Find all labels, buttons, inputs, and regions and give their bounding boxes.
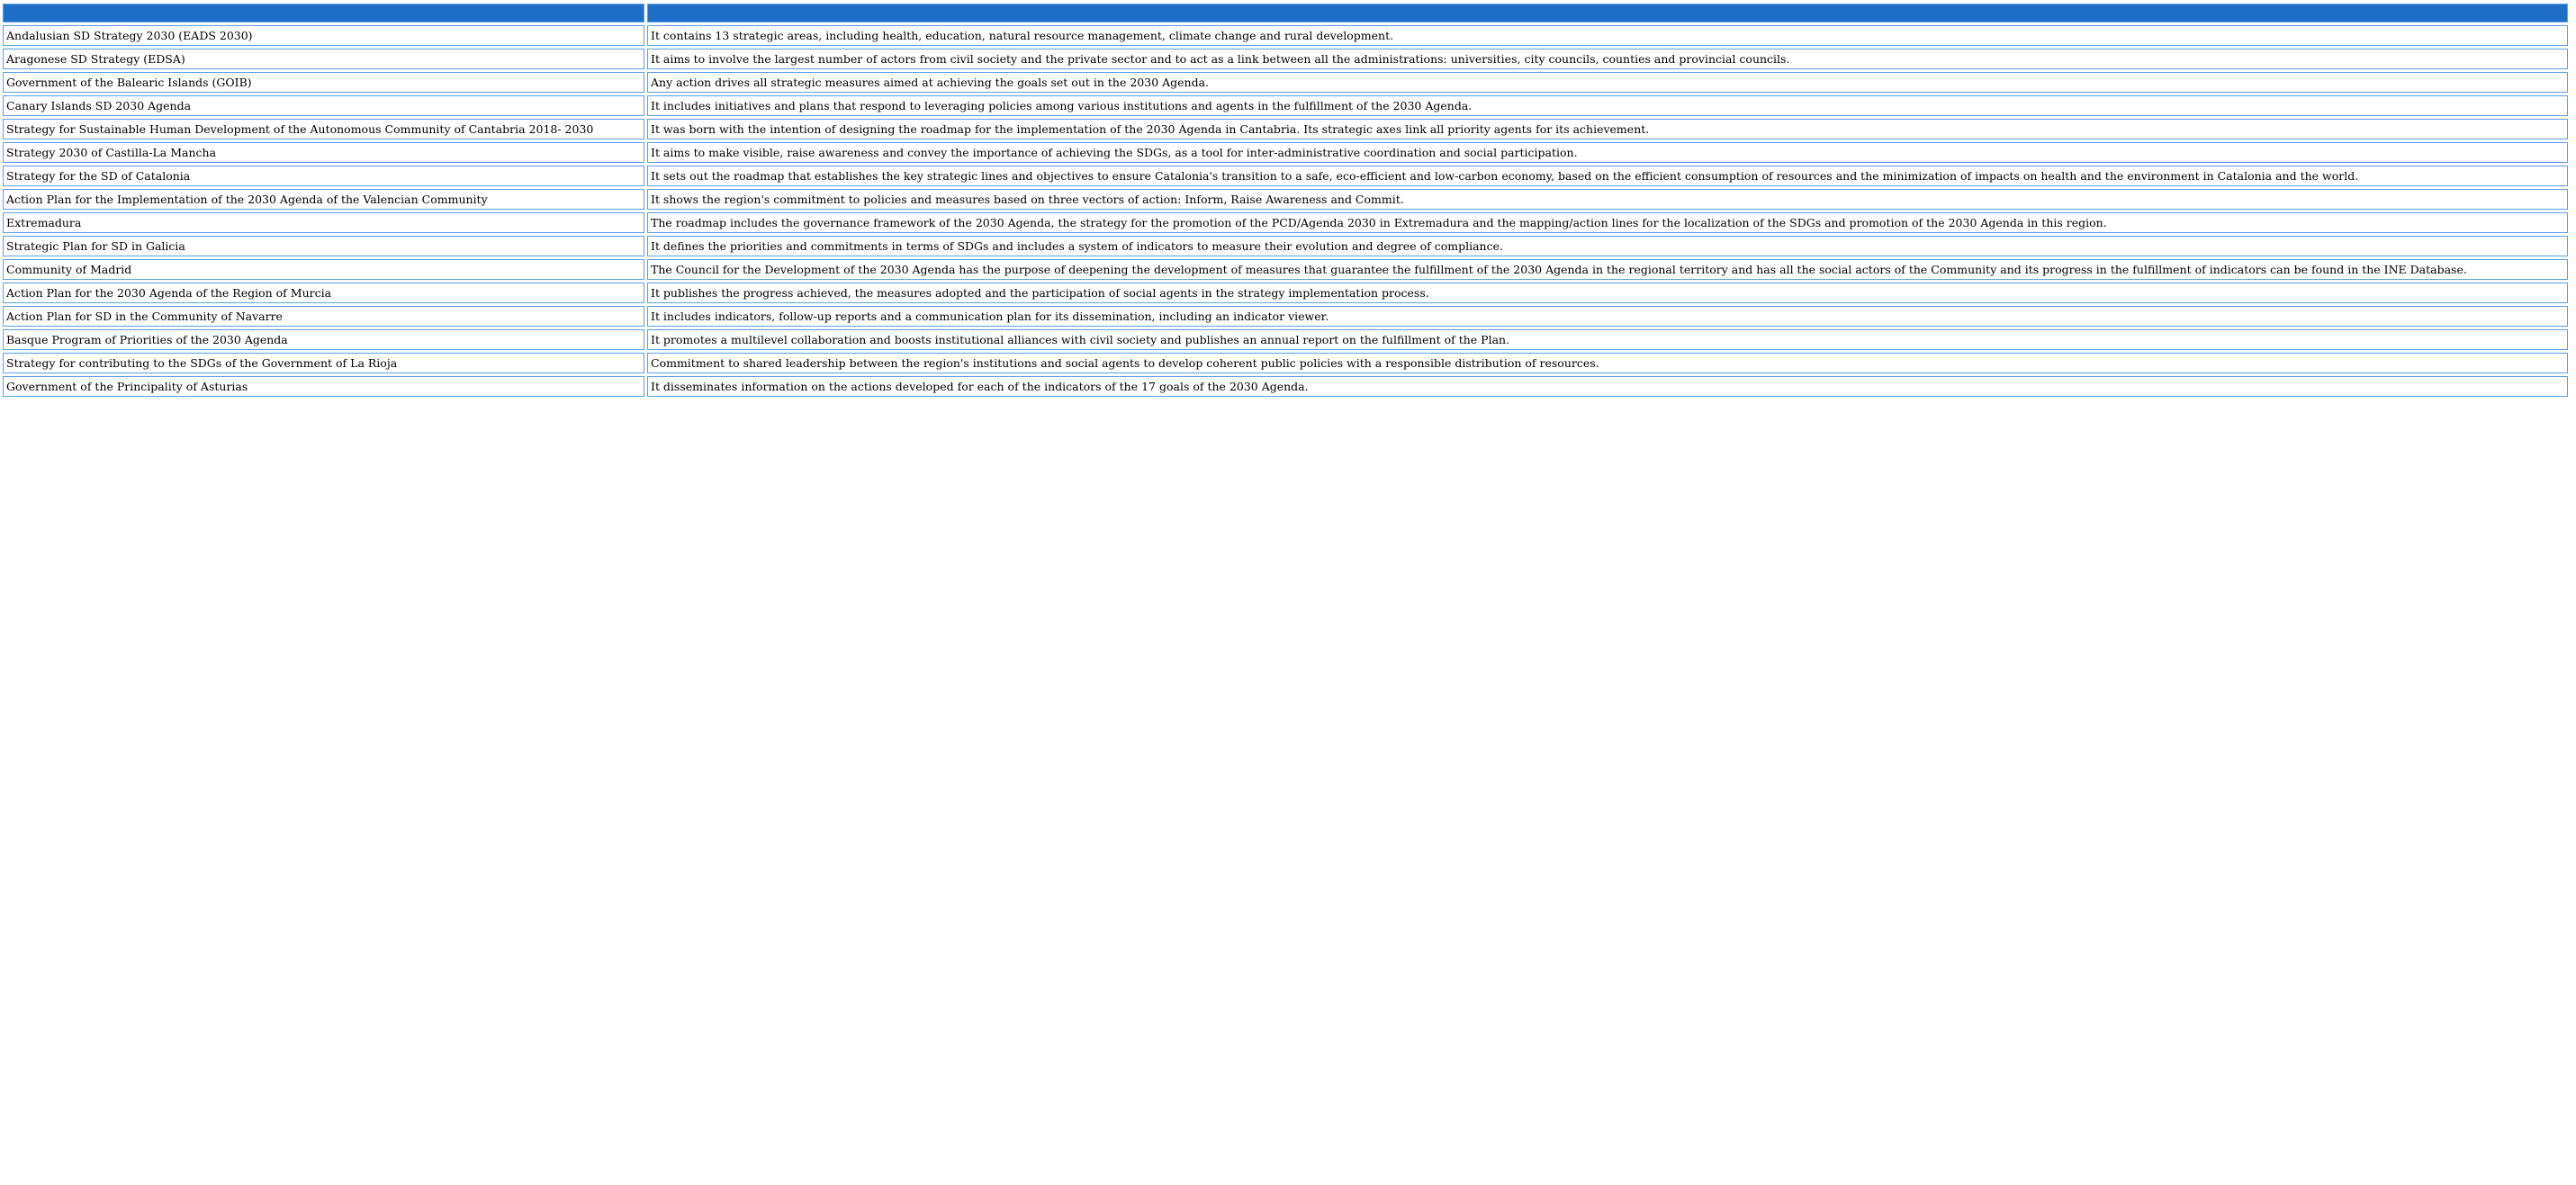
strategy-name-cell: Aragonese SD Strategy (EDSA) xyxy=(3,49,644,69)
strategy-table-container: Andalusian SD Strategy 2030 (EADS 2030) … xyxy=(3,4,2573,397)
strategy-description-cell: It includes initiatives and plans that r… xyxy=(647,95,2568,116)
strategy-name-cell: Community of Madrid xyxy=(3,259,644,280)
strategy-description-cell: It aims to make visible, raise awareness… xyxy=(647,142,2568,163)
strategy-name-cell: Andalusian SD Strategy 2030 (EADS 2030) xyxy=(3,25,644,46)
strategy-name-cell: Strategy 2030 of Castilla-La Mancha xyxy=(3,142,644,163)
strategy-description-cell: It disseminates information on the actio… xyxy=(647,376,2568,397)
table-row: Government of the Balearic Islands (GOIB… xyxy=(3,72,2568,93)
strategy-name-cell: Basque Program of Priorities of the 2030… xyxy=(3,329,644,350)
strategy-description-cell: It defines the priorities and commitment… xyxy=(647,236,2568,256)
strategy-description-cell: The Council for the Development of the 2… xyxy=(647,259,2568,280)
strategy-description-cell: It promotes a multilevel collaboration a… xyxy=(647,329,2568,350)
table-header-row xyxy=(3,4,2568,22)
table-row: Aragonese SD Strategy (EDSA) It aims to … xyxy=(3,49,2568,69)
strategy-name-cell: Strategic Plan for SD in Galicia xyxy=(3,236,644,256)
table-row: Community of Madrid The Council for the … xyxy=(3,259,2568,280)
strategy-description-cell: It aims to involve the largest number of… xyxy=(647,49,2568,69)
strategy-description-cell: Any action drives all strategic measures… xyxy=(647,72,2568,93)
strategy-description-cell: Commitment to shared leadership between … xyxy=(647,353,2568,373)
table-row: Strategic Plan for SD in Galicia It defi… xyxy=(3,236,2568,256)
table-row: Action Plan for the Implementation of th… xyxy=(3,189,2568,210)
strategy-description-cell: The roadmap includes the governance fram… xyxy=(647,212,2568,233)
header-cell-strategy xyxy=(3,4,644,22)
strategy-name-cell: Strategy for Sustainable Human Developme… xyxy=(3,119,644,139)
strategy-table: Andalusian SD Strategy 2030 (EADS 2030) … xyxy=(0,1,2571,399)
strategy-description-cell: It was born with the intention of design… xyxy=(647,119,2568,139)
table-row: Andalusian SD Strategy 2030 (EADS 2030) … xyxy=(3,25,2568,46)
table-row: Strategy 2030 of Castilla-La Mancha It a… xyxy=(3,142,2568,163)
table-row: Action Plan for SD in the Community of N… xyxy=(3,306,2568,327)
table-row: Strategy for the SD of Catalonia It sets… xyxy=(3,166,2568,186)
strategy-description-cell: It contains 13 strategic areas, includin… xyxy=(647,25,2568,46)
strategy-name-cell: Strategy for the SD of Catalonia xyxy=(3,166,644,186)
header-cell-description xyxy=(647,4,2568,22)
strategy-name-cell: Action Plan for the Implementation of th… xyxy=(3,189,644,210)
strategy-name-cell: Government of the Balearic Islands (GOIB… xyxy=(3,72,644,93)
strategy-description-cell: It publishes the progress achieved, the … xyxy=(647,283,2568,303)
table-row: Action Plan for the 2030 Agenda of the R… xyxy=(3,283,2568,303)
strategy-description-cell: It sets out the roadmap that establishes… xyxy=(647,166,2568,186)
table-row: Government of the Principality of Asturi… xyxy=(3,376,2568,397)
strategy-name-cell: Extremadura xyxy=(3,212,644,233)
strategy-name-cell: Canary Islands SD 2030 Agenda xyxy=(3,95,644,116)
strategy-name-cell: Action Plan for the 2030 Agenda of the R… xyxy=(3,283,644,303)
strategy-name-cell: Strategy for contributing to the SDGs of… xyxy=(3,353,644,373)
table-row: Strategy for contributing to the SDGs of… xyxy=(3,353,2568,373)
table-row: Extremadura The roadmap includes the gov… xyxy=(3,212,2568,233)
strategy-description-cell: It includes indicators, follow-up report… xyxy=(647,306,2568,327)
table-row: Strategy for Sustainable Human Developme… xyxy=(3,119,2568,139)
table-row: Basque Program of Priorities of the 2030… xyxy=(3,329,2568,350)
strategy-name-cell: Government of the Principality of Asturi… xyxy=(3,376,644,397)
strategy-name-cell: Action Plan for SD in the Community of N… xyxy=(3,306,644,327)
strategy-description-cell: It shows the region's commitment to poli… xyxy=(647,189,2568,210)
table-row: Canary Islands SD 2030 Agenda It include… xyxy=(3,95,2568,116)
